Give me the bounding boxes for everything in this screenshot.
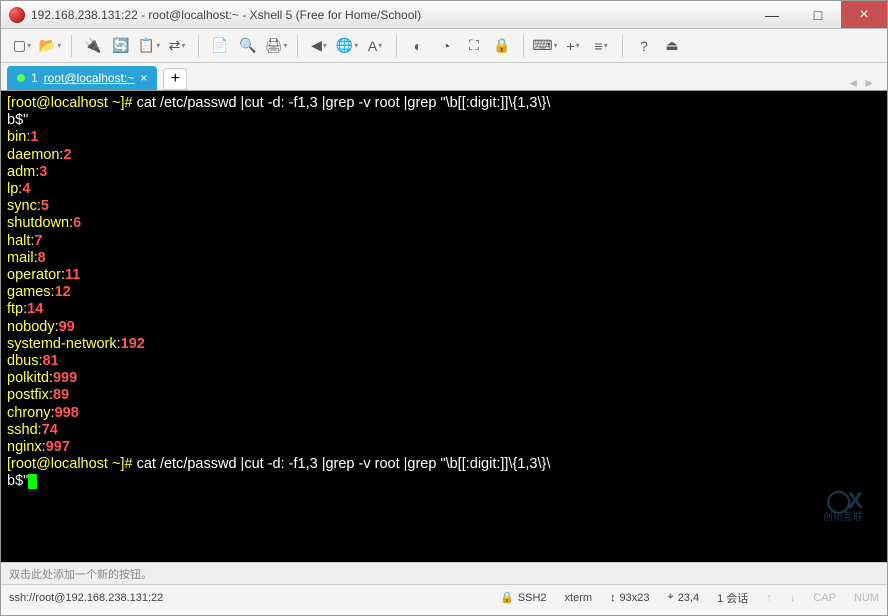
app-logo-icon — [9, 7, 25, 23]
find-button[interactable]: 🔍 — [237, 35, 259, 57]
properties-button[interactable]: 📋 — [138, 35, 160, 57]
tab-next-button[interactable]: ► — [863, 76, 875, 90]
status-pos: ⌖ 23,4 — [668, 591, 700, 604]
tab-label: root@localhost:~ — [44, 71, 135, 85]
exit-button[interactable]: ⏏ — [661, 35, 683, 57]
color-button[interactable]: ◐ — [407, 35, 429, 57]
status-bar: ssh://root@192.168.238.131:22 🔒 SSH2 xte… — [1, 584, 887, 610]
status-num: NUM — [854, 592, 879, 604]
status-sessions: 1 会话 — [717, 590, 748, 606]
tab-prev-button[interactable]: ◄ — [847, 76, 859, 90]
tab-index: 1 — [31, 71, 38, 85]
reconnect-button[interactable]: 🔄 — [110, 35, 132, 57]
list-button[interactable]: ≡ — [590, 35, 612, 57]
status-term: xterm — [565, 592, 593, 604]
hint-bar[interactable]: 双击此处添加一个新的按钮。 — [1, 562, 887, 584]
watermark: ◯X 创新互联 — [803, 492, 883, 532]
toolbar: ▢ 📂 🔌 🔄 📋 ⇄ 📄 🔍 🖨 ◀ 🌐 A ◐ ◔ ⛶ 🔒 ⌨ + ≡ ? … — [1, 29, 887, 63]
keyboard-button[interactable]: ⌨ — [534, 35, 556, 57]
tabbar: 1 root@localhost:~ × + ◄ ► — [1, 63, 887, 91]
status-dot-icon — [17, 74, 25, 82]
add-button[interactable]: + — [562, 35, 584, 57]
open-button[interactable]: 📂 — [39, 35, 61, 57]
lock-button[interactable]: 🔒 — [491, 35, 513, 57]
maximize-button[interactable]: □ — [795, 1, 841, 28]
tab-session[interactable]: 1 root@localhost:~ × — [7, 66, 157, 90]
new-tab-button[interactable]: + — [163, 68, 187, 90]
status-down: ↓ — [790, 592, 796, 604]
help-button[interactable]: ? — [633, 35, 655, 57]
status-cap: CAP — [813, 592, 836, 604]
titlebar: 192.168.238.131:22 - root@localhost:~ - … — [1, 1, 887, 29]
status-address: ssh://root@192.168.238.131:22 — [9, 592, 163, 604]
print-button[interactable]: 🖨 — [265, 35, 287, 57]
web-button[interactable]: 🌐 — [336, 35, 358, 57]
terminal[interactable]: [root@localhost ~]# cat /etc/passwd |cut… — [1, 91, 887, 562]
status-size: ↕ 93x23 — [610, 592, 649, 604]
fullscreen-button[interactable]: ⛶ — [463, 35, 485, 57]
minimize-button[interactable]: — — [749, 1, 795, 28]
close-button[interactable]: × — [841, 1, 887, 28]
back-button[interactable]: ◀ — [308, 35, 330, 57]
copy-button[interactable]: 📄 — [209, 35, 231, 57]
status-up: ↑ — [766, 592, 772, 604]
font-button[interactable]: A — [364, 35, 386, 57]
tab-close-icon[interactable]: × — [140, 71, 147, 85]
new-session-button[interactable]: ▢ — [11, 35, 33, 57]
transfer-button[interactable]: ⇄ — [166, 35, 188, 57]
status-ssh: 🔒 SSH2 — [500, 591, 546, 604]
script-button[interactable]: ◔ — [435, 35, 457, 57]
connect-button[interactable]: 🔌 — [82, 35, 104, 57]
window-title: 192.168.238.131:22 - root@localhost:~ - … — [31, 8, 749, 22]
